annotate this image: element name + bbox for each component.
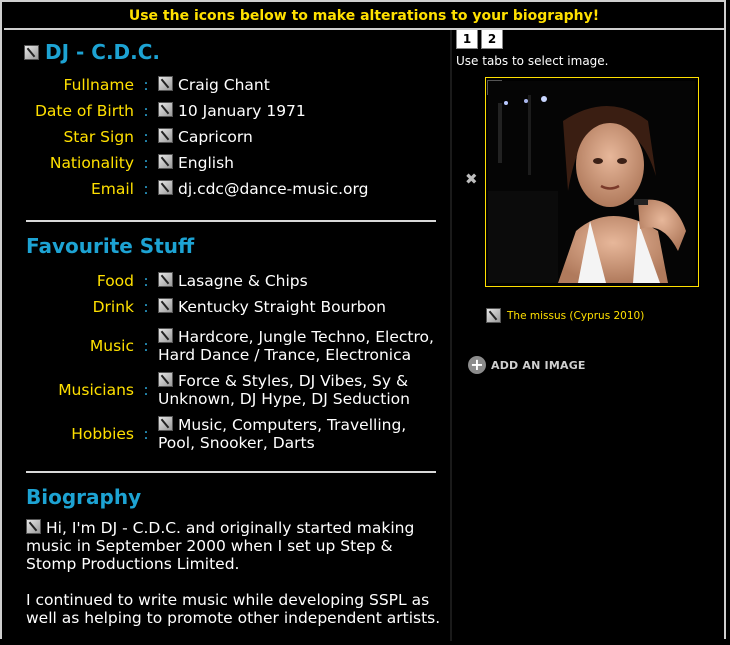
field-row: Drink : Kentucky Straight Bourbon [24,298,454,324]
edit-biography-icon[interactable] [26,519,41,534]
photo-caption: The missus (Cyprus 2010) [486,308,644,323]
gallery-photo[interactable] [488,81,695,283]
field-label: Star Sign [63,128,134,146]
edit-music-icon[interactable] [158,328,173,343]
field-row: Fullname : Craig Chant [24,76,454,102]
favourites-heading: Favourite Stuff [26,234,195,258]
tab-image-1[interactable]: 1 [456,30,478,49]
field-value: English [178,154,234,172]
field-label: Nationality [49,154,134,172]
edit-email-icon[interactable] [158,180,173,195]
field-label: Fullname [63,76,134,94]
tab-image-2[interactable]: 2 [481,30,503,49]
field-row: Food : Lasagne & Chips [24,272,454,298]
section-divider [26,471,436,473]
field-value: Music, Computers, Travelling, Pool, Snoo… [158,416,407,452]
field-value: Capricorn [178,128,253,146]
field-value: dj.cdc@dance-music.org [178,180,369,198]
edit-dob-icon[interactable] [158,102,173,117]
page-frame: Use the icons below to make alterations … [0,0,726,641]
field-value: Craig Chant [178,76,270,94]
section-divider [26,220,436,222]
tabs-hint: Use tabs to select image. [456,54,609,68]
photo-frame [485,77,699,287]
field-value: Lasagne & Chips [178,272,308,290]
field-value: Force & Styles, DJ Vibes, Sy & Unknown, … [158,372,410,408]
edit-food-icon[interactable] [158,272,173,287]
edit-nationality-icon[interactable] [158,154,173,169]
field-value: Hardcore, Jungle Techno, Electro, Hard D… [158,328,434,364]
field-label: Email [90,180,134,198]
edit-name-icon[interactable] [24,44,39,60]
field-row: Musicians : Force & Styles, DJ Vibes, Sy… [24,368,454,412]
profile-name: DJ - C.D.C. [45,40,161,64]
field-row: Nationality : English [24,154,454,180]
field-row: Star Sign : Capricorn [24,128,454,154]
field-value: 10 January 1971 [178,102,306,120]
field-label: Drink [92,298,134,316]
field-label: Hobbies [71,425,134,443]
edit-caption-icon[interactable] [486,308,501,323]
edit-drink-icon[interactable] [158,298,173,313]
field-label: Date of Birth [34,102,134,120]
field-value: Kentucky Straight Bourbon [178,298,386,316]
edit-starsign-icon[interactable] [158,128,173,143]
plus-icon: + [468,356,486,374]
edit-musicians-icon[interactable] [158,372,173,387]
biography-text: Hi, I'm DJ - C.D.C. and originally start… [26,519,446,645]
field-row: Email : dj.cdc@dance-music.org [24,180,454,206]
field-row: Date of Birth : 10 January 1971 [24,102,454,128]
favourites-fields: Food : Lasagne & Chips Drink : Kentucky … [24,272,454,456]
profile-fields: Fullname : Craig Chant Date of Birth : 1… [24,76,454,206]
edit-fullname-icon[interactable] [158,76,173,91]
biography-paragraph: Hi, I'm DJ - C.D.C. and originally start… [26,519,415,573]
field-row: Music : Hardcore, Jungle Techno, Electro… [24,324,454,368]
profile-header: DJ - C.D.C. [24,40,160,64]
caption-text: The missus (Cyprus 2010) [507,309,645,322]
gallery-column: 1 2 Use tabs to select image. ✖ The miss… [454,30,724,641]
field-label: Food [96,272,134,290]
biography-paragraph: I continued to write music while develop… [26,591,441,627]
edit-hobbies-icon[interactable] [158,416,173,431]
field-row: Hobbies : Music, Computers, Travelling, … [24,412,454,456]
image-tabs: 1 2 [456,30,503,49]
add-image-button[interactable]: + ADD AN IMAGE [468,356,586,374]
biography-heading: Biography [26,485,142,509]
field-label: Music [89,337,134,355]
instruction-banner: Use the icons below to make alterations … [4,4,724,30]
photo-illustration [488,81,695,283]
field-label: Musicians [58,381,134,399]
add-image-label: ADD AN IMAGE [491,358,586,372]
delete-image-icon[interactable]: ✖ [465,170,478,188]
